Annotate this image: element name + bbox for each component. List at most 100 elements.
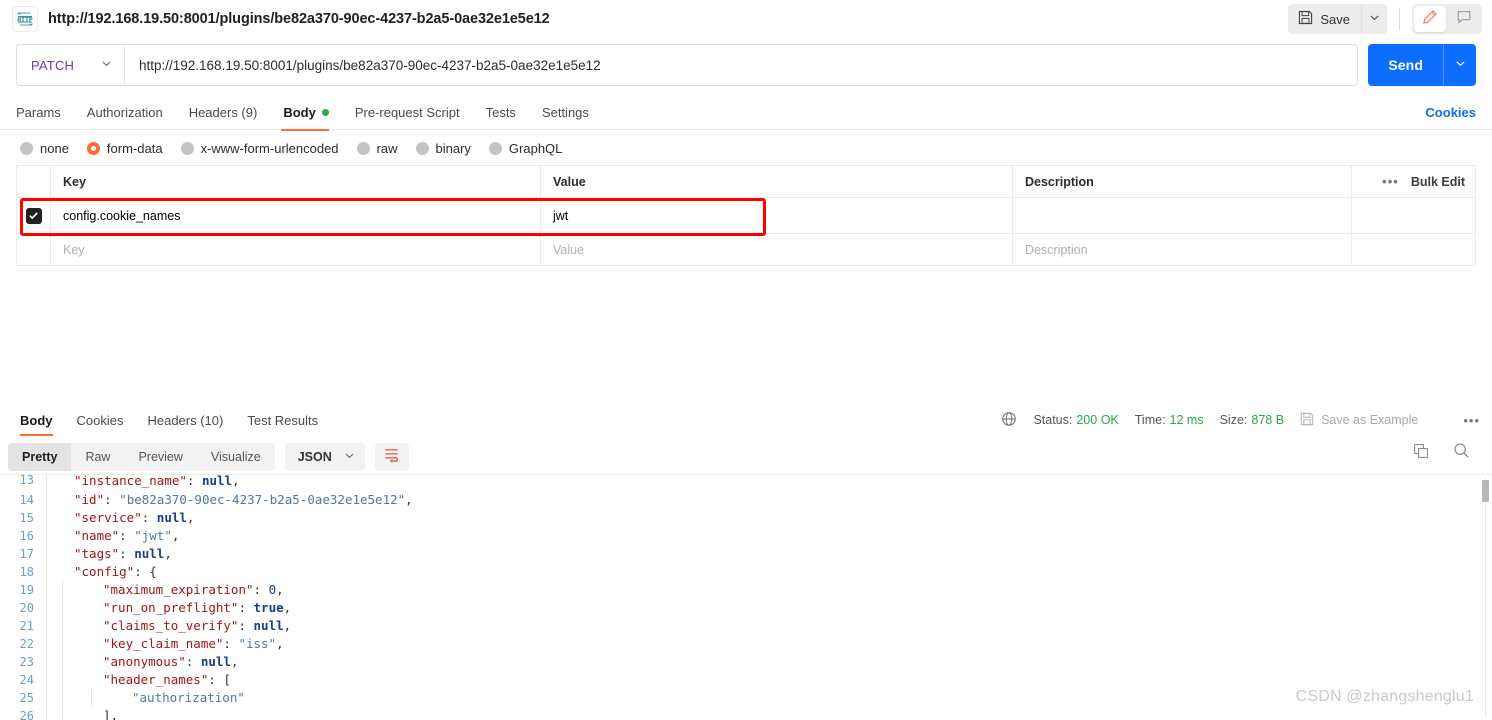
chevron-down-icon: [101, 56, 112, 74]
send-options-button[interactable]: [1443, 44, 1476, 86]
code-line-text: "id": "be82a370-90ec-4237-b2a5-0ae32e1e5…: [74, 492, 413, 507]
code-scrollbar-track: [1485, 478, 1486, 716]
tab-settings[interactable]: Settings: [529, 96, 602, 130]
status-badge: Status: 200 OK: [1033, 413, 1118, 427]
code-line: 18 "config": {: [0, 563, 1492, 581]
save-options-button[interactable]: [1361, 4, 1387, 34]
word-wrap-button[interactable]: [374, 443, 409, 471]
save-button[interactable]: Save: [1288, 4, 1361, 34]
tab-authorization[interactable]: Authorization: [74, 96, 176, 130]
body-type-form-data[interactable]: form-data: [86, 141, 163, 156]
url-input[interactable]: [125, 45, 1358, 85]
floppy-disk-icon: [1298, 10, 1313, 28]
tab-pre-request-script-label: Pre-request Script: [354, 105, 460, 120]
new-row-key-input[interactable]: Key: [50, 233, 541, 266]
tab-tests-label: Tests: [485, 105, 516, 120]
response-tab-body[interactable]: Body: [8, 404, 65, 436]
search-button[interactable]: [1452, 443, 1470, 462]
code-line: 26],: [0, 707, 1492, 720]
tab-settings-label: Settings: [541, 105, 589, 120]
form-data-table: Key Value Description ••• Bulk Edit conf…: [16, 165, 1476, 266]
bulk-edit-button[interactable]: Bulk Edit: [1411, 175, 1465, 189]
body-type-raw[interactable]: raw: [356, 141, 398, 156]
view-toggle-group: [1412, 4, 1482, 34]
chevron-down-icon: [1369, 10, 1380, 28]
new-row-description-input[interactable]: Description: [1012, 233, 1352, 266]
new-row-value-input[interactable]: Value: [540, 233, 1013, 266]
code-line-text: "instance_name": null,: [74, 475, 240, 488]
code-line: 21 "claims_to_verify": null,: [0, 617, 1492, 635]
response-meta: Status: 200 OK Time: 12 ms Size: 878 B S…: [1001, 404, 1480, 436]
code-line-text: "run_on_preflight": true,: [103, 600, 292, 615]
response-body-code[interactable]: 13 "instance_name": null, 14 "id": "be82a37…: [0, 474, 1492, 720]
code-line-number: 17: [19, 547, 34, 561]
response-tab-test-results[interactable]: Test Results: [235, 404, 330, 436]
code-line: 24 "header_names": [: [0, 671, 1492, 689]
radio-icon: [415, 142, 429, 155]
view-preview-button[interactable]: Preview: [124, 443, 196, 471]
row-description[interactable]: [1012, 197, 1352, 234]
code-line-number: 24: [19, 673, 34, 687]
request-title: http://192.168.19.50:8001/plugins/be82a3…: [48, 11, 550, 27]
body-type-binary[interactable]: binary: [415, 141, 471, 156]
chevron-down-icon: [344, 450, 355, 464]
tab-body[interactable]: Body: [270, 96, 342, 131]
save-button-label: Save: [1320, 11, 1350, 27]
code-line-text: "anonymous": null,: [103, 654, 239, 669]
floppy-disk-icon: [1300, 412, 1314, 429]
table-header-row: Key Value Description ••• Bulk Edit: [16, 165, 1476, 198]
code-line-text: "authorization": [132, 690, 245, 705]
body-type-raw-label: raw: [376, 141, 398, 156]
body-type-none[interactable]: none: [20, 141, 69, 156]
body-type-radio-group: none form-data x-www-form-urlencoded raw…: [0, 130, 1492, 165]
status-value: 200 OK: [1076, 413, 1119, 427]
word-wrap-icon: [383, 446, 400, 468]
row-checkbox-cell: [16, 233, 51, 266]
code-scrollbar-thumb[interactable]: [1482, 480, 1489, 502]
tab-headers[interactable]: Headers (9): [176, 96, 271, 130]
tab-authorization-label: Authorization: [86, 105, 163, 120]
tab-pre-request-script[interactable]: Pre-request Script: [342, 96, 473, 130]
tab-body-label: Body: [283, 105, 316, 120]
response-language-select[interactable]: JSON: [284, 443, 365, 471]
top-bar: HTTP http://192.168.19.50:8001/plugins/b…: [0, 0, 1492, 38]
tab-headers-label: Headers (9): [188, 105, 258, 120]
code-line-text: "tags": null,: [74, 546, 172, 561]
ellipsis-icon[interactable]: •••: [1463, 413, 1480, 428]
copy-button[interactable]: [1412, 443, 1430, 462]
row-actions: [1351, 197, 1476, 234]
edit-documentation-button[interactable]: [1414, 6, 1446, 32]
response-tab-headers[interactable]: Headers (10): [135, 404, 235, 436]
code-lines: 13 "instance_name": null, 14 "id": "be82a37…: [0, 475, 1492, 720]
cookies-link[interactable]: Cookies: [1425, 105, 1476, 120]
code-line: 23 "anonymous": null,: [0, 653, 1492, 671]
view-visualize-button[interactable]: Visualize: [197, 443, 275, 471]
body-type-graphql[interactable]: GraphQL: [488, 141, 562, 156]
tab-tests[interactable]: Tests: [473, 96, 529, 130]
request-tab-bar: Params Authorization Headers (9) Body Pr…: [0, 96, 1492, 131]
table-row[interactable]: Key Value Description: [16, 233, 1476, 266]
code-line-number: 13: [19, 475, 34, 487]
view-pretty-button[interactable]: Pretty: [8, 443, 72, 471]
code-line-number: 21: [19, 619, 34, 633]
tab-params[interactable]: Params: [16, 96, 74, 130]
code-line-number: 23: [19, 655, 34, 669]
send-button[interactable]: Send: [1368, 44, 1443, 86]
header-actions: ••• Bulk Edit: [1351, 165, 1476, 198]
row-enabled-checkbox[interactable]: [25, 207, 42, 224]
body-type-x-www-form-urlencoded[interactable]: x-www-form-urlencoded: [180, 141, 339, 156]
code-scrollbar[interactable]: [1482, 478, 1489, 716]
save-as-example-button[interactable]: Save as Example: [1300, 412, 1418, 429]
code-line-number: 25: [19, 691, 34, 705]
response-tab-cookies[interactable]: Cookies: [65, 404, 136, 436]
code-line-text: "key_claim_name": "iss",: [103, 636, 284, 651]
code-line-number: 16: [19, 529, 34, 543]
table-options-icon[interactable]: •••: [1382, 174, 1399, 189]
body-type-none-label: none: [40, 141, 69, 156]
row-value[interactable]: jwt: [540, 197, 1013, 234]
row-key[interactable]: config.cookie_names: [50, 197, 541, 234]
table-row[interactable]: config.cookie_names jwt: [16, 197, 1476, 234]
view-raw-button[interactable]: Raw: [71, 443, 124, 471]
comments-button[interactable]: [1448, 6, 1480, 32]
http-method-select[interactable]: PATCH: [17, 45, 125, 85]
